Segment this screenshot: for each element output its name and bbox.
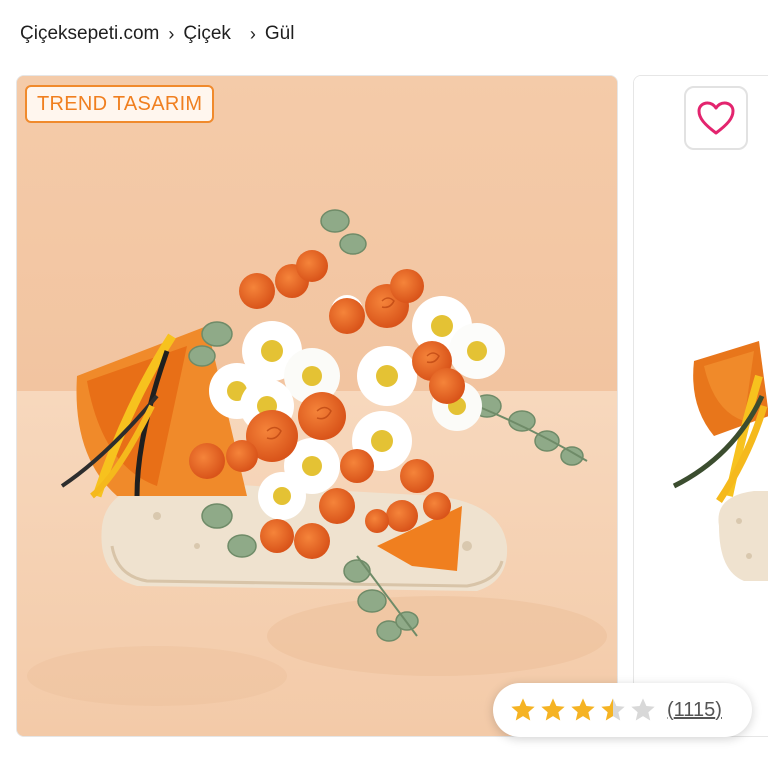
chevron-right-icon: › <box>249 23 256 44</box>
review-count-open: ( <box>667 698 674 721</box>
breadcrumb-item-home[interactable]: Çiçeksepeti.com <box>20 23 159 45</box>
product-image-next[interactable] <box>633 75 768 737</box>
bouquet-photo-next <box>634 76 768 736</box>
heart-icon <box>697 101 735 135</box>
rating-stars <box>509 696 657 724</box>
breadcrumb: Çiçeksepeti.com › Çiçek › Gül <box>20 20 294 48</box>
star-half-icon <box>601 698 625 721</box>
product-image-main[interactable] <box>16 75 618 737</box>
breadcrumb-item-gul[interactable]: Gül <box>265 23 295 45</box>
star-icon <box>541 698 565 721</box>
rating-summary[interactable]: (1115) <box>493 683 752 737</box>
review-count: 1115 <box>673 698 716 721</box>
star-empty-icon <box>631 698 655 721</box>
review-count-link[interactable]: (1115) <box>667 699 722 722</box>
favorite-button[interactable] <box>684 86 748 150</box>
bouquet-photo <box>17 76 617 736</box>
chevron-right-icon: › <box>168 23 175 44</box>
star-icon <box>571 698 595 721</box>
breadcrumb-item-cicek[interactable]: Çiçek <box>183 23 231 45</box>
star-icon <box>511 698 535 721</box>
review-count-close: ) <box>715 698 722 721</box>
trend-badge: TREND TASARIM <box>25 85 215 123</box>
